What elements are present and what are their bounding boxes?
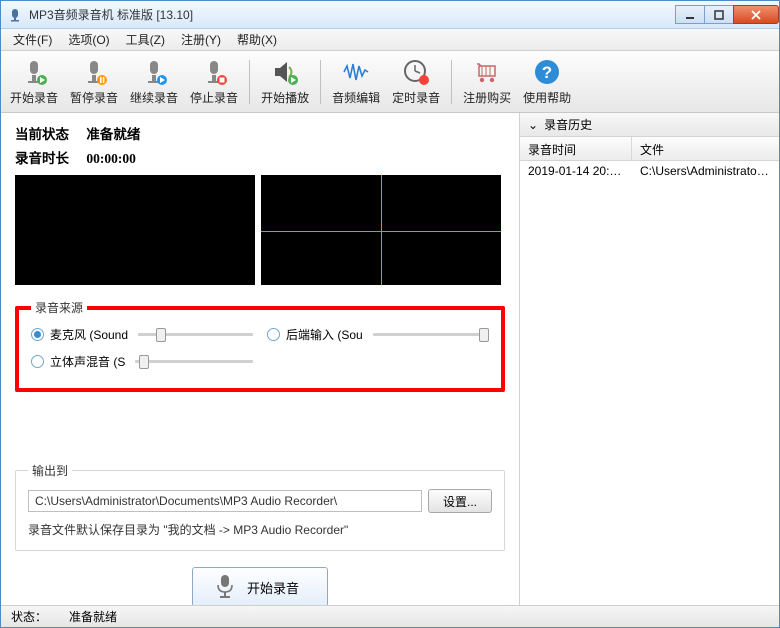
statusbar-label: 状态： <box>11 608 47 625</box>
clock-record-icon <box>401 57 431 87</box>
main-panel: 当前状态 准备就绪 录音时长 00:00:00 录音来源 麦克风 (Sound <box>1 113 519 605</box>
tool-help-label: 使用帮助 <box>523 89 571 106</box>
cart-icon <box>472 57 502 87</box>
speaker-play-icon <box>270 57 300 87</box>
output-path-input[interactable] <box>28 490 422 512</box>
slider-linein[interactable] <box>373 333 489 336</box>
tool-start-record-label: 开始录音 <box>10 89 58 106</box>
titlebar: MP3音频录音机 标准版 [13.10] <box>1 1 779 29</box>
history-header[interactable]: ⌄ 录音历史 <box>520 113 779 137</box>
window-body: 当前状态 准备就绪 录音时长 00:00:00 录音来源 麦克风 (Sound <box>1 113 779 605</box>
toolbar-sep <box>320 60 321 104</box>
window-title: MP3音频录音机 标准版 [13.10] <box>29 6 676 23</box>
radio-stereo-mix[interactable] <box>31 355 44 368</box>
tool-stop-record[interactable]: 停止录音 <box>185 54 243 110</box>
menubar: 文件(F) 选项(O) 工具(Z) 注册(Y) 帮助(X) <box>1 29 779 51</box>
current-state-label: 当前状态 <box>15 127 69 142</box>
history-row-file: C:\Users\Administrator\... <box>632 161 779 183</box>
history-title: 录音历史 <box>544 116 592 133</box>
history-panel: ⌄ 录音历史 录音时间 文件 2019-01-14 20:00:56 C:\Us… <box>519 113 779 605</box>
tool-pause-record-label: 暂停录音 <box>70 89 118 106</box>
slider-mic[interactable] <box>138 333 253 336</box>
menu-file[interactable]: 文件(F) <box>5 29 60 50</box>
rec-duration: 录音时长 00:00:00 <box>15 147 505 167</box>
output-hint: 录音文件默认保存目录为 "我的文档 -> MP3 Audio Recorder" <box>28 521 492 538</box>
output-legend: 输出到 <box>28 462 72 479</box>
menu-tools[interactable]: 工具(Z) <box>118 29 173 50</box>
tool-start-record[interactable]: 开始录音 <box>5 54 63 110</box>
tool-help[interactable]: ? 使用帮助 <box>518 54 576 110</box>
toolbar: 开始录音 暂停录音 继续录音 停止录音 开始播放 音频编辑 定时录音 <box>1 51 779 113</box>
output-group: 输出到 设置... 录音文件默认保存目录为 "我的文档 -> MP3 Audio… <box>15 462 505 551</box>
duration-label: 录音时长 <box>15 151 69 166</box>
toolbar-sep <box>451 60 452 104</box>
tool-resume-record-label: 继续录音 <box>130 89 178 106</box>
toolbar-sep <box>249 60 250 104</box>
source-group: 录音来源 麦克风 (Sound 后端输入 (Sou 立体声混音 (S <box>15 299 505 392</box>
tool-play-label: 开始播放 <box>261 89 309 106</box>
eq-visualizer <box>15 175 255 285</box>
help-icon: ? <box>532 57 562 87</box>
big-record-label: 开始录音 <box>247 578 299 597</box>
minimize-button[interactable] <box>675 5 705 24</box>
tool-pause-record[interactable]: 暂停录音 <box>65 54 123 110</box>
tool-resume-record[interactable]: 继续录音 <box>125 54 183 110</box>
current-state-value: 准备就绪 <box>86 127 140 142</box>
tool-purchase-label: 注册购买 <box>463 89 511 106</box>
tool-stop-record-label: 停止录音 <box>190 89 238 106</box>
mic-icon <box>213 573 237 602</box>
statusbar-value: 准备就绪 <box>69 608 117 625</box>
statusbar: 状态： 准备就绪 <box>1 605 779 627</box>
history-row-time: 2019-01-14 20:00:56 <box>520 161 632 183</box>
history-row[interactable]: 2019-01-14 20:00:56 C:\Users\Administrat… <box>520 161 779 183</box>
radio-mic-label: 麦克风 (Sound <box>50 326 128 343</box>
mic-resume-icon <box>139 57 169 87</box>
mic-green-icon <box>19 57 49 87</box>
menu-help[interactable]: 帮助(X) <box>229 29 285 50</box>
duration-value: 00:00:00 <box>86 151 136 166</box>
radio-linein-label: 后端输入 (Sou <box>286 326 363 343</box>
history-columns: 录音时间 文件 <box>520 137 779 161</box>
mic-stop-icon <box>199 57 229 87</box>
tool-timer-record-label: 定时录音 <box>392 89 440 106</box>
chevron-down-icon: ⌄ <box>528 118 538 132</box>
radio-mic[interactable] <box>31 328 44 341</box>
tool-purchase[interactable]: 注册购买 <box>458 54 516 110</box>
col-time[interactable]: 录音时间 <box>520 137 632 160</box>
output-set-button[interactable]: 设置... <box>428 489 492 513</box>
svg-text:?: ? <box>542 63 552 82</box>
app-icon <box>7 7 23 23</box>
tool-audio-edit-label: 音频编辑 <box>332 89 380 106</box>
big-record-button[interactable]: 开始录音 <box>192 567 328 605</box>
visualizers <box>15 175 505 285</box>
app-window: MP3音频录音机 标准版 [13.10] 文件(F) 选项(O) 工具(Z) 注… <box>0 0 780 628</box>
tool-play[interactable]: 开始播放 <box>256 54 314 110</box>
menu-options[interactable]: 选项(O) <box>60 29 117 50</box>
col-file[interactable]: 文件 <box>632 137 779 160</box>
menu-register[interactable]: 注册(Y) <box>173 29 229 50</box>
wave-visualizer <box>261 175 501 285</box>
waveform-icon <box>341 57 371 87</box>
close-button[interactable] <box>733 5 779 24</box>
radio-linein[interactable] <box>267 328 280 341</box>
mic-pause-icon <box>79 57 109 87</box>
maximize-button[interactable] <box>704 5 734 24</box>
current-state: 当前状态 准备就绪 <box>15 123 505 143</box>
slider-stereo-mix[interactable] <box>135 360 253 363</box>
radio-stereo-mix-label: 立体声混音 (S <box>50 353 125 370</box>
source-legend: 录音来源 <box>31 299 87 316</box>
tool-timer-record[interactable]: 定时录音 <box>387 54 445 110</box>
tool-audio-edit[interactable]: 音频编辑 <box>327 54 385 110</box>
